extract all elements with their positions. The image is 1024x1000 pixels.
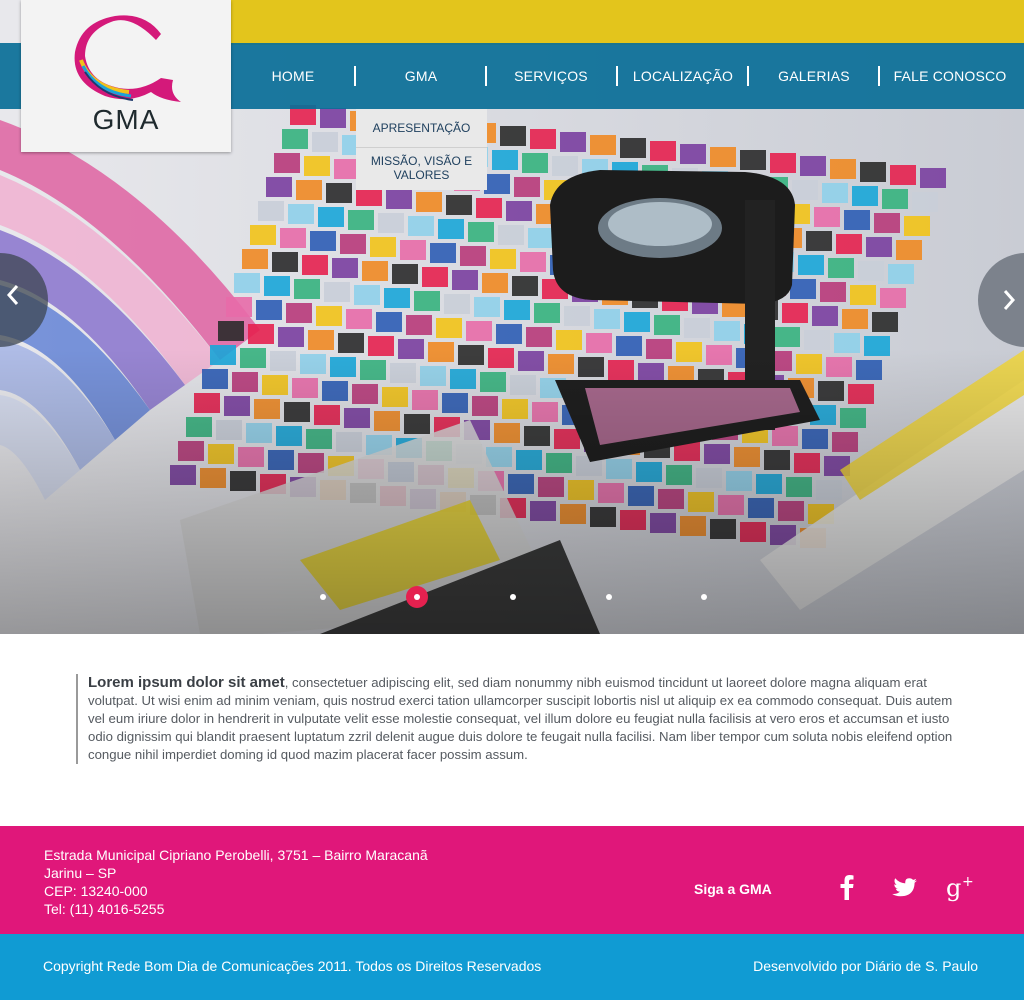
address-line: Estrada Municipal Cipriano Perobelli, 37… bbox=[44, 847, 428, 863]
logo-text: GMA bbox=[92, 104, 160, 135]
intro-lead: Lorem ipsum dolor sit amet bbox=[88, 674, 285, 691]
dropdown-item-apresentacao[interactable]: APRESENTAÇÃO bbox=[356, 109, 487, 148]
nav-servicos[interactable]: SERVIÇOS bbox=[487, 43, 615, 109]
chevron-left-icon[interactable] bbox=[6, 284, 20, 312]
logo[interactable]: GMA bbox=[21, 0, 231, 152]
slider-dot[interactable] bbox=[606, 594, 612, 600]
footer-address: Estrada Municipal Cipriano Perobelli, 37… bbox=[44, 846, 428, 918]
dropdown-item-missao-visao-valores[interactable]: MISSÃO, VISÃO E VALORES bbox=[356, 148, 487, 190]
slider-dot[interactable] bbox=[701, 594, 707, 600]
nav-fale-conosco[interactable]: FALE CONOSCO bbox=[880, 43, 1020, 109]
address-line: Tel: (11) 4016-5255 bbox=[44, 901, 165, 917]
gma-dropdown-menu: APRESENTAÇÃO MISSÃO, VISÃO E VALORES bbox=[356, 109, 487, 190]
svg-text:g: g bbox=[946, 874, 961, 902]
address-line: Jarinu – SP bbox=[44, 865, 117, 881]
nav-home[interactable]: HOME bbox=[232, 43, 354, 109]
nav-gma[interactable]: GMA bbox=[356, 43, 486, 109]
address-line: CEP: 13240-000 bbox=[44, 883, 148, 899]
nav-galerias[interactable]: GALERIAS bbox=[749, 43, 879, 109]
logo-mark-icon bbox=[74, 15, 181, 103]
copyright-text: Copyright Rede Bom Dia de Comunicações 2… bbox=[43, 958, 542, 974]
facebook-icon[interactable] bbox=[839, 874, 855, 905]
google-plus-icon[interactable]: g + bbox=[946, 874, 976, 907]
developer-credit[interactable]: Desenvolvido por Diário de S. Paulo bbox=[753, 958, 978, 974]
chevron-right-icon[interactable] bbox=[1002, 289, 1016, 317]
svg-text:+: + bbox=[962, 874, 974, 890]
nav-localizacao[interactable]: LOCALIZAÇÃO bbox=[618, 43, 748, 109]
slider-dot[interactable] bbox=[510, 594, 516, 600]
slider-dot-active[interactable] bbox=[406, 586, 428, 608]
intro-text-block: Lorem ipsum dolor sit amet, consectetuer… bbox=[76, 674, 968, 764]
twitter-icon[interactable] bbox=[892, 878, 918, 903]
follow-label: Siga a GMA bbox=[694, 881, 772, 897]
slider-dot[interactable] bbox=[320, 594, 326, 600]
